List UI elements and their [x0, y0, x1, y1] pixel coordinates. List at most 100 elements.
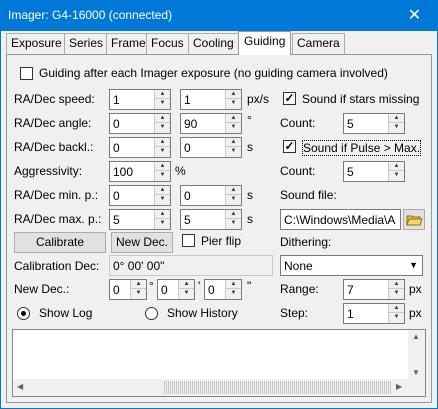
- spin-up-icon[interactable]: ▲: [155, 186, 170, 195]
- spin-down-icon[interactable]: ▼: [389, 289, 404, 298]
- tab-cooling[interactable]: Cooling: [188, 33, 239, 54]
- scroll-left-icon[interactable]: ◀: [17, 382, 23, 391]
- radec-max-pulse-label: RA/Dec max. p.:: [14, 212, 102, 226]
- show-history-radio[interactable]: [145, 307, 158, 320]
- scroll-down-icon[interactable]: ▼: [412, 368, 420, 377]
- max-pulse-unit: s: [247, 212, 253, 226]
- ra-backlash-stepper[interactable]: 0 ▲ ▼: [109, 137, 171, 158]
- spin-up-icon[interactable]: ▲: [155, 162, 170, 171]
- sound-pulse-max-checkbox[interactable]: ✓: [283, 140, 296, 153]
- spin-up-icon[interactable]: ▲: [226, 186, 241, 195]
- scroll-up-icon[interactable]: ▲: [412, 332, 420, 341]
- spin-up-icon[interactable]: ▲: [131, 280, 146, 289]
- dec-backlash-stepper[interactable]: 0 ▲ ▼: [180, 137, 242, 158]
- spin-up-icon[interactable]: ▲: [226, 90, 241, 99]
- spin-down-icon[interactable]: ▼: [389, 123, 404, 132]
- guiding-after-exposure-checkbox[interactable]: [20, 67, 33, 80]
- scroll-thumb[interactable]: [164, 381, 391, 394]
- show-log-radio[interactable]: [17, 307, 30, 320]
- spin-up-icon[interactable]: ▲: [226, 280, 241, 289]
- new-dec-sec-stepper[interactable]: 0 ▲ ▼: [204, 279, 242, 300]
- spin-up-icon[interactable]: ▲: [155, 114, 170, 123]
- aggressivity-stepper[interactable]: 100 ▲ ▼: [109, 161, 171, 182]
- dithering-select[interactable]: None ▼: [280, 255, 423, 276]
- spin-up-icon[interactable]: ▲: [226, 138, 241, 147]
- spin-down-icon[interactable]: ▼: [131, 289, 146, 298]
- spin-down-icon[interactable]: ▼: [389, 313, 404, 322]
- spin-up-icon[interactable]: ▲: [389, 162, 404, 171]
- tab-series[interactable]: Series: [64, 33, 109, 54]
- pier-flip-checkbox[interactable]: [182, 234, 195, 247]
- log-textarea[interactable]: ▲ ▼ ◀ ▶: [12, 329, 426, 397]
- dec-min-pulse-stepper[interactable]: 0 ▲ ▼: [180, 185, 242, 206]
- spin-down-icon[interactable]: ▼: [155, 171, 170, 180]
- sound-stars-missing-label: Sound if stars missing: [302, 92, 420, 106]
- spin-down-icon[interactable]: ▼: [155, 147, 170, 156]
- sound-pulse-max-label: Sound if Pulse > Max.: [302, 140, 422, 156]
- new-dec-sec-unit: ": [247, 279, 252, 293]
- dithering-label: Dithering:: [280, 235, 332, 249]
- show-log-label: Show Log: [39, 306, 93, 320]
- spin-down-icon[interactable]: ▼: [389, 171, 404, 180]
- ra-min-pulse-stepper[interactable]: 0 ▲ ▼: [109, 185, 171, 206]
- window-title: Imager: G4-16000 (connected): [8, 8, 173, 22]
- dec-angle-stepper[interactable]: 90 ▲ ▼: [180, 113, 242, 134]
- spin-up-icon[interactable]: ▲: [226, 210, 241, 219]
- aggressivity-label: Aggressivity:: [14, 164, 83, 178]
- spin-down-icon[interactable]: ▼: [226, 147, 241, 156]
- new-dec-button[interactable]: New Dec.: [111, 232, 173, 253]
- spin-down-icon[interactable]: ▼: [155, 123, 170, 132]
- spin-down-icon[interactable]: ▼: [155, 195, 170, 204]
- tab-exposure[interactable]: Exposure: [6, 33, 67, 54]
- step-stepper[interactable]: 1 ▲ ▼: [343, 303, 405, 324]
- radec-angle-label: RA/Dec angle:: [14, 116, 92, 130]
- spin-up-icon[interactable]: ▲: [155, 138, 170, 147]
- calibrate-button[interactable]: Calibrate: [14, 232, 106, 253]
- count2-stepper[interactable]: 5 ▲ ▼: [343, 161, 405, 182]
- spin-down-icon[interactable]: ▼: [226, 289, 241, 298]
- tab-focus[interactable]: Focus: [146, 33, 189, 54]
- ra-max-pulse-stepper[interactable]: 5 ▲ ▼: [109, 209, 171, 230]
- angle-unit: °: [247, 113, 252, 127]
- new-dec-deg-stepper[interactable]: 0 ▲ ▼: [109, 279, 147, 300]
- spin-down-icon[interactable]: ▼: [226, 195, 241, 204]
- spin-up-icon[interactable]: ▲: [389, 114, 404, 123]
- spin-down-icon[interactable]: ▼: [226, 99, 241, 108]
- spin-up-icon[interactable]: ▲: [226, 114, 241, 123]
- tab-frame[interactable]: Frame: [106, 33, 151, 54]
- tab-camera[interactable]: Camera: [292, 33, 345, 54]
- folder-icon: [406, 215, 423, 226]
- close-icon[interactable]: ✕: [392, 1, 437, 31]
- ra-speed-stepper[interactable]: 1 ▲ ▼: [109, 89, 171, 110]
- new-dec-label: New Dec.:: [14, 282, 70, 296]
- new-dec-min-unit: ': [198, 279, 201, 293]
- tab-guiding[interactable]: Guiding: [238, 31, 292, 55]
- scroll-right-icon[interactable]: ▶: [396, 382, 402, 391]
- spin-up-icon[interactable]: ▲: [389, 304, 404, 313]
- new-dec-min-stepper[interactable]: 0 ▲ ▼: [157, 279, 195, 300]
- spin-down-icon[interactable]: ▼: [155, 99, 170, 108]
- radec-min-pulse-label: RA/Dec min. p.:: [14, 188, 99, 202]
- new-dec-deg-unit: °: [149, 279, 154, 293]
- sound-stars-missing-checkbox[interactable]: ✓: [283, 92, 296, 105]
- imager-window: Imager: G4-16000 (connected) ✕ Exposure …: [0, 0, 438, 409]
- vertical-scrollbar[interactable]: ▲ ▼: [408, 330, 425, 381]
- spin-down-icon[interactable]: ▼: [155, 219, 170, 228]
- dec-max-pulse-stepper[interactable]: 5 ▲ ▼: [180, 209, 242, 230]
- aggressivity-unit: %: [175, 164, 186, 178]
- count1-stepper[interactable]: 5 ▲ ▼: [343, 113, 405, 134]
- horizontal-scrollbar[interactable]: ◀ ▶: [13, 379, 408, 396]
- spin-up-icon[interactable]: ▲: [155, 210, 170, 219]
- spin-up-icon[interactable]: ▲: [389, 280, 404, 289]
- sound-file-field[interactable]: C:\Windows\Media\A: [280, 209, 401, 230]
- spin-down-icon[interactable]: ▼: [226, 123, 241, 132]
- ra-angle-stepper[interactable]: 0 ▲ ▼: [109, 113, 171, 134]
- dec-speed-stepper[interactable]: 1 ▲ ▼: [180, 89, 242, 110]
- browse-button[interactable]: [403, 209, 425, 230]
- range-stepper[interactable]: 7 ▲ ▼: [343, 279, 405, 300]
- spin-down-icon[interactable]: ▼: [179, 289, 194, 298]
- spin-up-icon[interactable]: ▲: [155, 90, 170, 99]
- spin-down-icon[interactable]: ▼: [226, 219, 241, 228]
- spin-up-icon[interactable]: ▲: [179, 280, 194, 289]
- sound-file-label: Sound file:: [280, 188, 337, 202]
